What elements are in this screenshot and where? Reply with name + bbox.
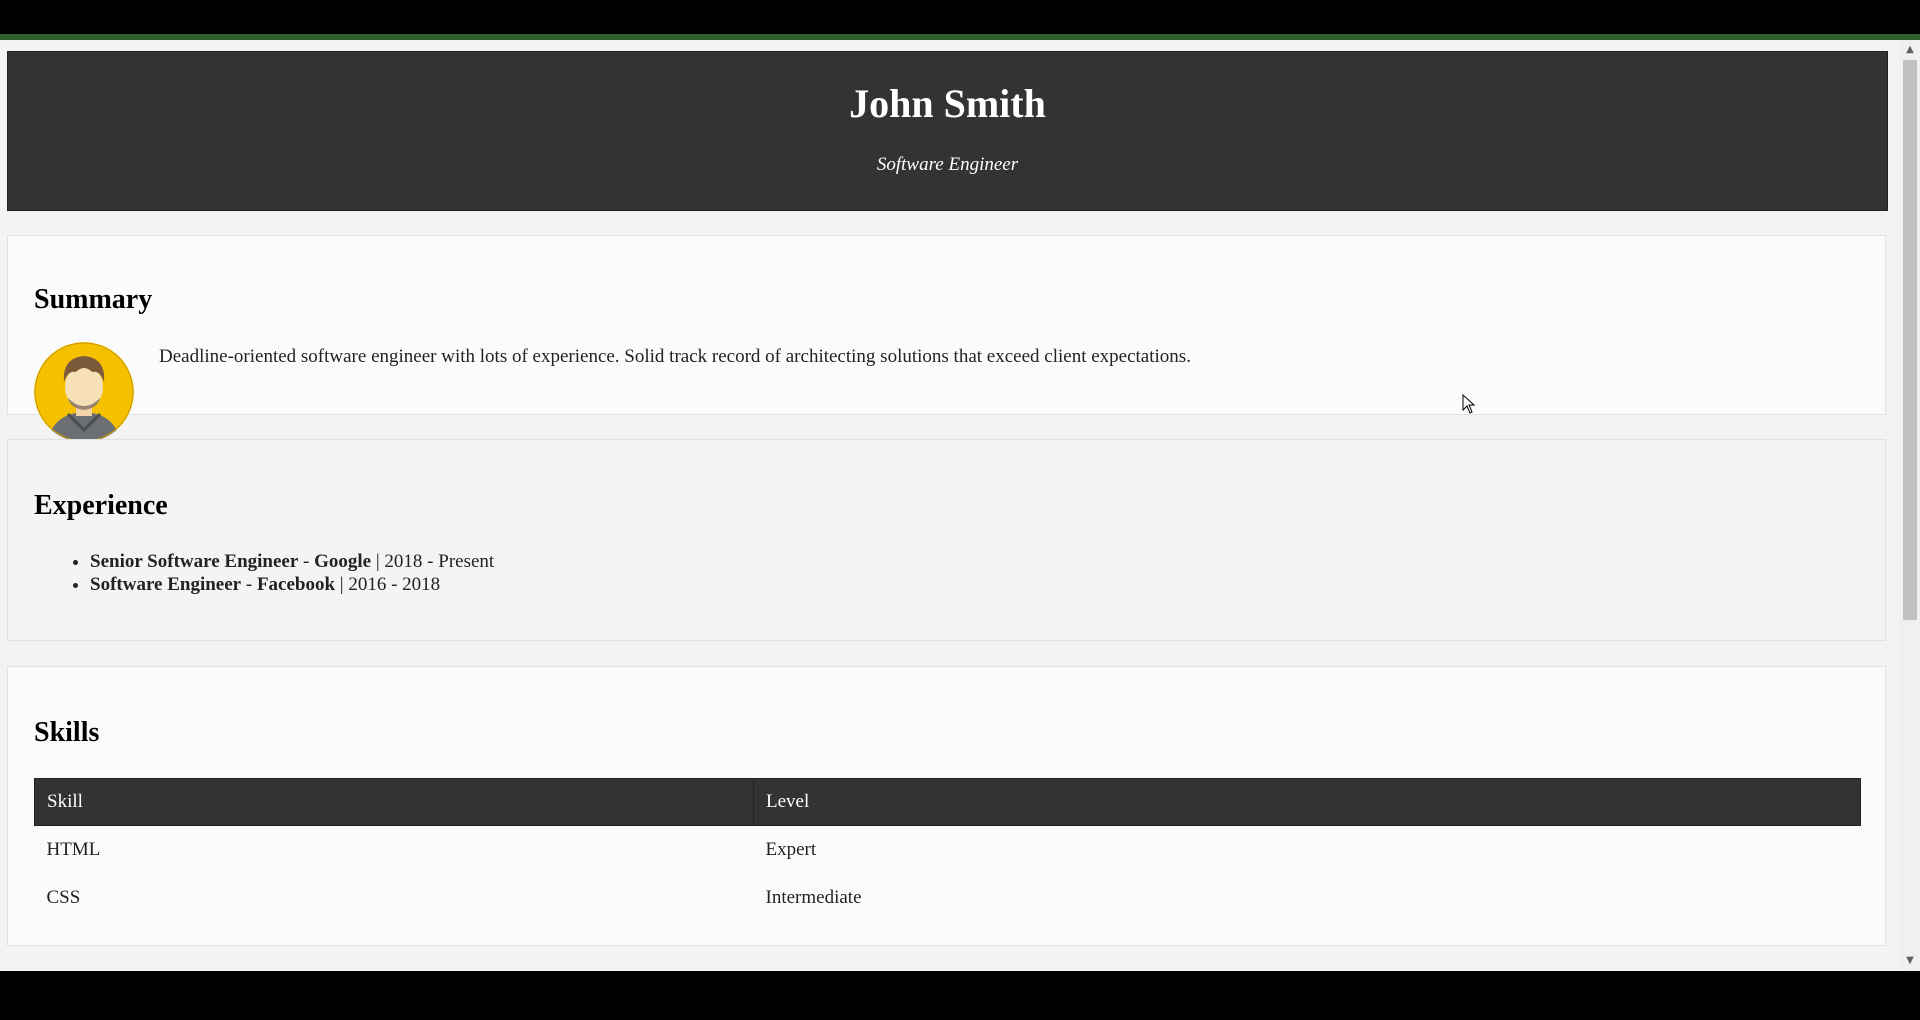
resume-header: John Smith Software Engineer	[7, 51, 1888, 211]
job-role: Senior Software Engineer	[90, 551, 299, 572]
scroll-up-arrow-icon[interactable]: ▲	[1900, 40, 1920, 60]
skill-cell: HTML	[46, 839, 101, 860]
window-top-bar	[0, 0, 1920, 34]
scroll-down-arrow-icon[interactable]: ▼	[1900, 951, 1920, 971]
scrollbar-thumb[interactable]	[1903, 60, 1917, 620]
job-role: Software Engineer	[90, 574, 242, 595]
summary-text: Deadline-oriented software engineer with…	[159, 346, 1191, 367]
job-company: Google	[314, 551, 372, 572]
summary-heading: Summary	[34, 284, 153, 315]
person-avatar-icon	[34, 342, 134, 442]
level-cell: Expert	[765, 839, 817, 860]
table-header-row: Skill Level	[34, 778, 1861, 826]
skills-section: Skills Skill Level HTML Expert CSS Inter…	[7, 666, 1886, 946]
experience-list: Senior Software Engineer - Google | 2018…	[34, 550, 494, 596]
column-header-skill: Skill	[34, 778, 754, 826]
job-separator: -	[298, 551, 315, 572]
page-viewport: John Smith Software Engineer Summary Dea…	[0, 40, 1920, 971]
window-bottom-bar	[0, 971, 1920, 1020]
job-period: | 2018 - Present	[371, 551, 495, 572]
column-header-level: Level	[753, 778, 1861, 826]
list-item: Senior Software Engineer - Google | 2018…	[90, 550, 494, 573]
table-row: HTML Expert	[35, 826, 1861, 875]
list-item: Software Engineer - Facebook | 2016 - 20…	[90, 573, 494, 596]
skill-cell: CSS	[46, 887, 81, 908]
resume-name: John Smith	[849, 81, 1046, 126]
summary-section: Summary Deadline-oriented software engin…	[7, 235, 1886, 442]
skills-table: Skill Level HTML Expert CSS Intermediate	[34, 778, 1861, 922]
job-period: | 2016 - 2018	[335, 574, 441, 595]
vertical-scrollbar[interactable]: ▲ ▼	[1900, 40, 1920, 971]
experience-heading: Experience	[34, 490, 168, 521]
experience-section: Experience Senior Software Engineer - Go…	[7, 439, 1886, 641]
skills-heading: Skills	[34, 717, 100, 748]
job-separator: -	[241, 574, 257, 595]
table-row: CSS Intermediate	[35, 874, 1861, 922]
level-cell: Intermediate	[765, 887, 862, 908]
mouse-cursor-icon	[1462, 394, 1476, 414]
job-company: Facebook	[256, 574, 336, 595]
resume-job-title: Software Engineer	[876, 154, 1019, 175]
